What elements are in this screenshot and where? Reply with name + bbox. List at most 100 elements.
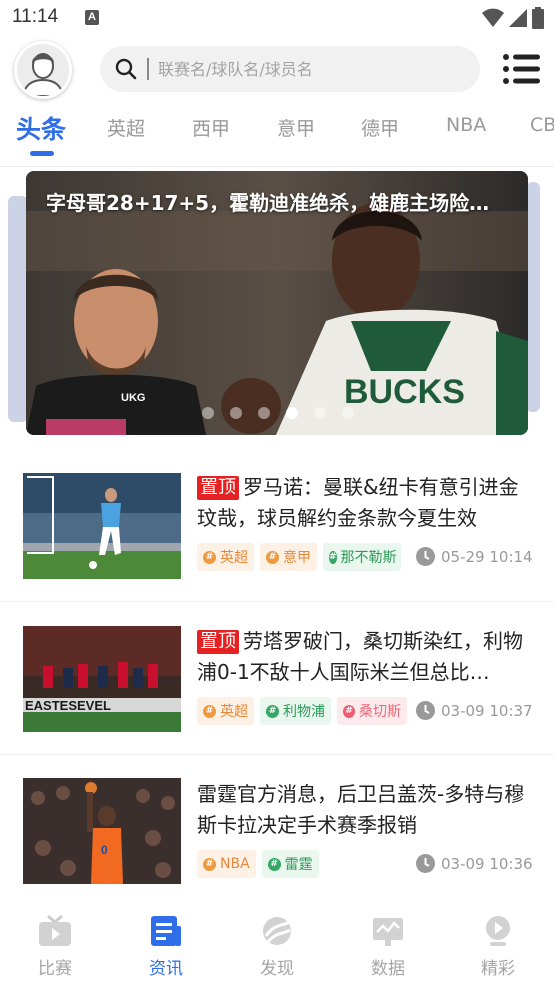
news-thumbnail bbox=[23, 473, 181, 579]
user-avatar[interactable] bbox=[14, 41, 72, 99]
carousel-dot[interactable] bbox=[230, 407, 242, 419]
hash-icon: # bbox=[203, 857, 216, 871]
hash-icon: # bbox=[329, 550, 337, 564]
avatar-icon bbox=[17, 44, 69, 96]
nav-label: 发现 bbox=[260, 959, 294, 979]
news-icon bbox=[151, 916, 181, 946]
pinned-badge: 置顶 bbox=[197, 476, 239, 500]
tag-label: 英超 bbox=[220, 550, 248, 566]
carousel-next-peek[interactable] bbox=[526, 182, 540, 412]
search-icon bbox=[115, 58, 137, 80]
status-time: 11:14 bbox=[12, 6, 59, 27]
tab-nba[interactable]: NBA bbox=[446, 114, 486, 136]
hash-icon: # bbox=[267, 857, 281, 871]
tab-premier-league[interactable]: 英超 bbox=[107, 114, 145, 141]
hash-icon: # bbox=[203, 550, 216, 564]
nav-matches[interactable]: 比赛 bbox=[25, 914, 85, 979]
tab-bundesliga[interactable]: 德甲 bbox=[361, 114, 399, 141]
banner-title: 字母哥28+17+5，霍勒迪准绝杀，雄鹿主场险… bbox=[46, 191, 490, 215]
status-bar: 11:14 A bbox=[0, 0, 554, 36]
category-tabs: 头条 英超 西甲 意甲 德甲 NBA CB bbox=[0, 106, 554, 160]
carousel-prev-peek[interactable] bbox=[8, 196, 28, 422]
status-icons bbox=[482, 7, 544, 29]
news-title: 置顶 劳塔罗破门，桑切斯染红，利物浦0-1不敌十人国际米兰但总比… bbox=[197, 626, 537, 688]
tag-sanchez[interactable]: # 桑切斯 bbox=[337, 697, 407, 725]
news-item[interactable]: 0 雷霆官方消息，后卫吕盖茨-多特与穆斯卡拉决定手术赛季报销 # NBA # 雷霆 … bbox=[0, 755, 554, 908]
tag-premier-league[interactable]: # 英超 bbox=[197, 697, 254, 725]
tag-label: 雷霆 bbox=[284, 857, 313, 873]
banner-carousel[interactable]: UKG BUCKS 字母哥28+17+5，霍勒迪准绝杀，雄鹿主场险… bbox=[26, 171, 528, 435]
news-item[interactable]: EASTESEVEL 置顶 劳塔罗破门，桑切斯染红，利物浦0-1不敌十人国际米兰但… bbox=[0, 602, 554, 755]
tab-la-liga[interactable]: 西甲 bbox=[192, 114, 230, 141]
hash-icon: # bbox=[203, 704, 216, 718]
tv-icon bbox=[39, 914, 71, 946]
clock-icon bbox=[416, 547, 435, 566]
nav-label: 数据 bbox=[371, 959, 405, 979]
tab-serie-a[interactable]: 意甲 bbox=[277, 114, 315, 141]
nav-highlights[interactable]: 精彩 bbox=[468, 914, 528, 979]
tag-serie-a[interactable]: # 意甲 bbox=[260, 543, 317, 571]
clock-icon bbox=[416, 854, 435, 873]
discover-icon bbox=[263, 917, 291, 945]
tag-nba[interactable]: # NBA bbox=[197, 850, 256, 878]
tag-premier-league[interactable]: # 英超 bbox=[197, 543, 254, 571]
carousel-dot[interactable] bbox=[342, 407, 354, 419]
active-tab-indicator bbox=[30, 151, 54, 156]
news-time-text: 03-09 10:37 bbox=[441, 701, 533, 720]
carousel-dot[interactable] bbox=[314, 407, 326, 419]
tab-cba[interactable]: CB bbox=[530, 114, 554, 136]
notification-badge: A bbox=[85, 10, 99, 25]
pinned-badge: 置顶 bbox=[197, 630, 239, 654]
news-item[interactable]: 置顶 罗马诺：曼联&纽卡有意引进金玟哉，球员解约金条款今夏生效 # 英超 # 意甲 #… bbox=[0, 448, 554, 601]
svg-text:BUCKS: BUCKS bbox=[344, 373, 465, 411]
news-time: 03-09 10:36 bbox=[416, 854, 533, 873]
clock-icon bbox=[416, 701, 435, 720]
nav-label: 资讯 bbox=[149, 959, 183, 979]
tag-label: 英超 bbox=[220, 704, 248, 720]
news-time: 03-09 10:37 bbox=[416, 701, 533, 720]
nav-data[interactable]: 数据 bbox=[358, 914, 418, 979]
tag-label: 利物浦 bbox=[283, 704, 325, 720]
nav-label: 精彩 bbox=[481, 959, 515, 979]
tag-thunder[interactable]: # 雷霆 bbox=[261, 850, 319, 878]
news-title-text: 劳塔罗破门，桑切斯染红，利物浦0-1不敌十人国际米兰但总比… bbox=[197, 629, 523, 684]
tag-label: 意甲 bbox=[283, 550, 311, 566]
news-title-text: 雷霆官方消息，后卫吕盖茨-多特与穆斯卡拉决定手术赛季报销 bbox=[197, 782, 525, 837]
news-tags: # 英超 # 意甲 # 那不勒斯 bbox=[197, 543, 401, 571]
carousel-dot[interactable] bbox=[202, 407, 214, 419]
svg-text:0: 0 bbox=[101, 843, 108, 857]
news-thumbnail: EASTESEVEL bbox=[23, 626, 181, 732]
tab-headline[interactable]: 头条 bbox=[16, 110, 66, 146]
news-tags: # 英超 # 利物浦 # 桑切斯 bbox=[197, 697, 407, 725]
tag-liverpool[interactable]: # 利物浦 bbox=[260, 697, 331, 725]
tag-label: 那不勒斯 bbox=[340, 550, 397, 566]
search-bar[interactable] bbox=[100, 46, 480, 92]
nav-discover[interactable]: 发现 bbox=[247, 914, 307, 979]
tag-label: NBA bbox=[220, 856, 250, 872]
hash-icon: # bbox=[266, 704, 279, 718]
carousel-dots bbox=[202, 407, 354, 419]
play-icon bbox=[486, 916, 510, 946]
tag-napoli[interactable]: # 那不勒斯 bbox=[323, 543, 401, 571]
wifi-icon bbox=[482, 8, 504, 27]
news-title-text: 罗马诺：曼联&纽卡有意引进金玟哉，球员解约金条款今夏生效 bbox=[197, 475, 519, 530]
signal-icon bbox=[509, 9, 527, 27]
bottom-nav: 比赛 资讯 发现 数据 精彩 bbox=[0, 900, 554, 984]
carousel-dot-active[interactable] bbox=[286, 407, 298, 419]
search-input[interactable] bbox=[158, 46, 458, 92]
news-title: 置顶 罗马诺：曼联&纽卡有意引进金玟哉，球员解约金条款今夏生效 bbox=[197, 472, 537, 534]
news-thumbnail: 0 bbox=[23, 778, 181, 884]
carousel-dot[interactable] bbox=[258, 407, 270, 419]
news-title: 雷霆官方消息，后卫吕盖茨-多特与穆斯卡拉决定手术赛季报销 bbox=[197, 779, 537, 841]
menu-icon[interactable] bbox=[502, 52, 542, 86]
hash-icon: # bbox=[266, 550, 279, 564]
data-icon bbox=[373, 918, 403, 946]
svg-text:EASTESEVEL: EASTESEVEL bbox=[25, 698, 111, 713]
news-time: 05-29 10:14 bbox=[416, 547, 533, 566]
nav-news[interactable]: 资讯 bbox=[136, 914, 196, 979]
hash-icon: # bbox=[343, 704, 355, 718]
news-time-text: 03-09 10:36 bbox=[441, 854, 533, 873]
battery-icon bbox=[532, 7, 544, 29]
nav-label: 比赛 bbox=[38, 959, 72, 979]
news-time-text: 05-29 10:14 bbox=[441, 547, 533, 566]
